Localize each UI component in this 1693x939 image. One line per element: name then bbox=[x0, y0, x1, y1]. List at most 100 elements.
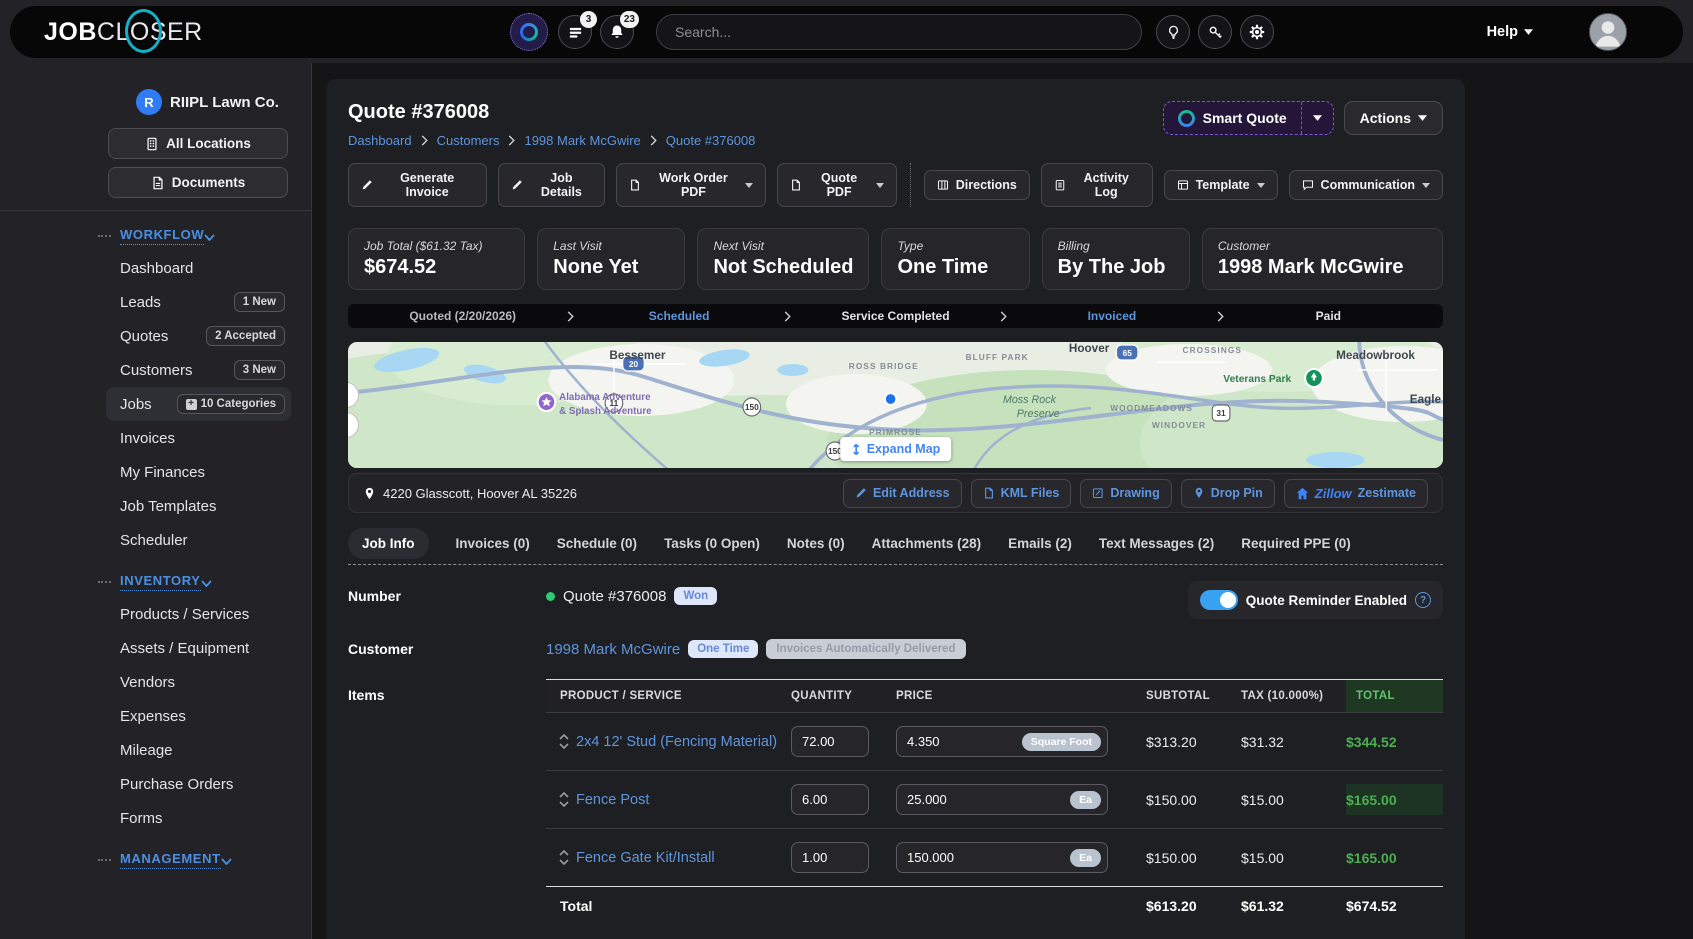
tab-invoices-0[interactable]: Invoices (0) bbox=[456, 528, 530, 559]
breadcrumb-link[interactable]: Dashboard bbox=[348, 133, 412, 148]
smart-quote-button[interactable]: Smart Quote bbox=[1164, 102, 1301, 134]
search-input[interactable] bbox=[656, 14, 1142, 50]
smart-quote-dropdown-button[interactable] bbox=[1301, 102, 1333, 134]
quantity-input[interactable] bbox=[791, 842, 869, 873]
map-label: Alabama Adventure bbox=[559, 392, 651, 403]
tab-attachments-28[interactable]: Attachments (28) bbox=[872, 528, 982, 559]
drop-pin-button[interactable]: Drop Pin bbox=[1181, 479, 1275, 508]
breadcrumb-link[interactable]: 1998 Mark McGwire bbox=[524, 133, 640, 148]
progress-step[interactable]: Scheduled bbox=[574, 309, 783, 323]
product-link[interactable]: Fence Gate Kit/Install bbox=[576, 850, 715, 866]
page-title: Quote #376008 bbox=[348, 101, 755, 124]
permissions-button[interactable] bbox=[1198, 15, 1232, 49]
tab-tasks-0-open[interactable]: Tasks (0 Open) bbox=[664, 528, 760, 559]
tab-notes-0[interactable]: Notes (0) bbox=[787, 528, 845, 559]
sidebar-item-scheduler[interactable]: Scheduler bbox=[120, 523, 285, 557]
section-dash-icon bbox=[98, 859, 111, 861]
tips-button[interactable] bbox=[1156, 15, 1190, 49]
breadcrumb-link[interactable]: Quote #376008 bbox=[666, 133, 756, 148]
items-table-header: PRODUCT / SERVICE QUANTITY PRICE SUBTOTA… bbox=[546, 680, 1443, 712]
quote-pdf-button[interactable]: Quote PDF bbox=[777, 163, 896, 207]
sidebar-item-dashboard[interactable]: Dashboard bbox=[120, 251, 285, 285]
expand-map-button[interactable]: Expand Map bbox=[840, 437, 952, 461]
unit-badge[interactable]: Ea bbox=[1070, 791, 1101, 809]
unit-badge[interactable]: Square Foot bbox=[1022, 733, 1101, 751]
zillow-zestimate-button[interactable]: Zillow Zestimate bbox=[1284, 479, 1428, 508]
toggle-knob bbox=[1220, 592, 1236, 608]
map[interactable]: 20651115015031 BessemerHooverROSS BRIDGE… bbox=[348, 342, 1443, 468]
sidebar-item-leads[interactable]: Leads1 New bbox=[120, 285, 285, 319]
toolbar-divider bbox=[910, 163, 911, 207]
drawing-button[interactable]: Drawing bbox=[1080, 479, 1171, 508]
directions-button[interactable]: Directions bbox=[924, 170, 1030, 200]
work-order-pdf-button[interactable]: Work Order PDF bbox=[616, 163, 766, 207]
job-details-button[interactable]: Job Details bbox=[498, 163, 605, 207]
tab-required-ppe-0[interactable]: Required PPE (0) bbox=[1241, 528, 1351, 559]
sidebar-item-mileage[interactable]: Mileage bbox=[120, 733, 285, 767]
customer-link[interactable]: 1998 Mark McGwire bbox=[546, 641, 680, 658]
price-input[interactable]: 4.350 Square Foot bbox=[896, 726, 1108, 757]
map-label: & Splash Adventure bbox=[559, 406, 652, 417]
edit-address-button[interactable]: Edit Address bbox=[843, 479, 962, 508]
chevron-right-icon bbox=[1217, 311, 1224, 322]
chevron-right-icon bbox=[567, 311, 574, 322]
sidebar-section-inventory[interactable]: INVENTORY bbox=[120, 573, 285, 591]
sidebar-item-customers[interactable]: Customers3 New bbox=[120, 353, 285, 387]
pencil-icon bbox=[511, 179, 523, 191]
sidebar-item-products-services[interactable]: Products / Services bbox=[120, 597, 285, 631]
settings-button[interactable] bbox=[1240, 15, 1274, 49]
progress-step[interactable]: Invoiced bbox=[1007, 309, 1216, 323]
sidebar-section-management[interactable]: MANAGEMENT bbox=[120, 851, 285, 869]
ai-assistant-button[interactable] bbox=[510, 13, 548, 51]
sidebar-badge: +10 Categories bbox=[177, 394, 285, 414]
quantity-input[interactable] bbox=[791, 726, 869, 757]
kml-files-button[interactable]: KML Files bbox=[971, 479, 1072, 508]
row-reorder-handle[interactable] bbox=[546, 850, 576, 865]
reminder-help-icon[interactable]: ? bbox=[1415, 592, 1431, 608]
unit-badge[interactable]: Ea bbox=[1070, 849, 1101, 867]
progress-step: Paid bbox=[1224, 309, 1433, 323]
tab-text-messages-2[interactable]: Text Messages (2) bbox=[1099, 528, 1214, 559]
sidebar-item-invoices[interactable]: Invoices bbox=[120, 421, 285, 455]
tab-job-info[interactable]: Job Info bbox=[348, 528, 429, 559]
all-locations-button[interactable]: All Locations bbox=[108, 128, 288, 159]
user-avatar[interactable] bbox=[1589, 13, 1627, 51]
list-icon bbox=[568, 25, 583, 40]
sidebar-item-forms[interactable]: Forms bbox=[120, 801, 285, 835]
price-input[interactable]: 150.000 Ea bbox=[896, 842, 1108, 873]
tab-emails-2[interactable]: Emails (2) bbox=[1008, 528, 1072, 559]
sidebar-item-purchase-orders[interactable]: Purchase Orders bbox=[120, 767, 285, 801]
sidebar-item-jobs[interactable]: Jobs+10 Categories bbox=[106, 387, 291, 421]
actions-button[interactable]: Actions bbox=[1344, 101, 1443, 135]
price-input[interactable]: 25.000 Ea bbox=[896, 784, 1108, 815]
product-link[interactable]: Fence Post bbox=[576, 792, 649, 808]
sidebar-item-my-finances[interactable]: My Finances bbox=[120, 455, 285, 489]
communication-button[interactable]: Communication bbox=[1289, 170, 1443, 200]
sidebar-item-expenses[interactable]: Expenses bbox=[120, 699, 285, 733]
company-selector[interactable]: R RIIPL Lawn Co. bbox=[136, 89, 285, 115]
items-table: PRODUCT / SERVICE QUANTITY PRICE SUBTOTA… bbox=[546, 679, 1443, 925]
sidebar-item-job-templates[interactable]: Job Templates bbox=[120, 489, 285, 523]
company-avatar: R bbox=[136, 89, 162, 115]
tab-schedule-0[interactable]: Schedule (0) bbox=[557, 528, 637, 559]
pencil-icon bbox=[855, 487, 867, 499]
queue-button[interactable]: 3 bbox=[558, 15, 592, 49]
quote-reminder-toggle[interactable] bbox=[1200, 590, 1238, 610]
quantity-input[interactable] bbox=[791, 784, 869, 815]
sidebar-item-vendors[interactable]: Vendors bbox=[120, 665, 285, 699]
breadcrumb-link[interactable]: Customers bbox=[437, 133, 500, 148]
help-menu[interactable]: Help bbox=[1487, 24, 1533, 40]
product-link[interactable]: 2x4 12' Stud (Fencing Material) bbox=[576, 734, 777, 750]
chevron-right-icon bbox=[650, 135, 657, 146]
row-reorder-handle[interactable] bbox=[546, 734, 576, 749]
sidebar-item-quotes[interactable]: Quotes2 Accepted bbox=[120, 319, 285, 353]
sidebar-section-workflow[interactable]: WORKFLOW bbox=[120, 227, 285, 245]
sidebar-item-assets-equipment[interactable]: Assets / Equipment bbox=[120, 631, 285, 665]
template-button[interactable]: Template bbox=[1164, 170, 1278, 200]
notifications-button[interactable]: 23 bbox=[600, 15, 634, 49]
documents-button[interactable]: Documents bbox=[108, 167, 288, 198]
map-label: Moss Rock bbox=[1003, 394, 1057, 406]
activity-log-button[interactable]: Activity Log bbox=[1041, 163, 1153, 207]
generate-invoice-button[interactable]: Generate Invoice bbox=[348, 163, 487, 207]
row-reorder-handle[interactable] bbox=[546, 792, 576, 807]
